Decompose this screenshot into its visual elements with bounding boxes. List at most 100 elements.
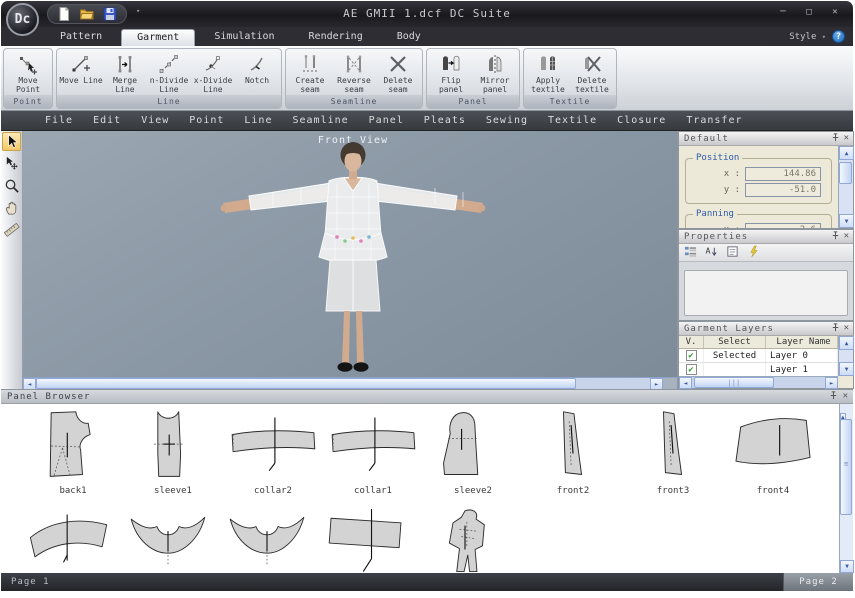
pattern-piece-front2[interactable]: front2 — [523, 408, 623, 496]
viewport-3d[interactable]: Front View — [23, 131, 677, 389]
panel-browser-titlebar[interactable]: Panel Browser ✕ — [1, 390, 853, 404]
move-line-button[interactable]: Move Line — [59, 50, 103, 95]
delete-textile-button[interactable]: Delete textile — [570, 50, 614, 95]
layer-row-0[interactable]: ✔SelectedLayer 0 — [679, 349, 838, 363]
default-panel-scrollbar[interactable]: ▲ ▼ — [838, 146, 853, 228]
pin-icon[interactable] — [831, 323, 840, 337]
menu-view[interactable]: View — [131, 115, 179, 126]
move-point-button[interactable]: Move Point — [6, 50, 50, 95]
close-icon[interactable]: ✕ — [844, 133, 850, 147]
measure-tool[interactable] — [2, 220, 21, 239]
pattern-piece-front4[interactable]: front4 — [723, 408, 823, 496]
layers-horizontal-scrollbar[interactable]: ◄ ||| ► — [679, 376, 838, 388]
style-selector[interactable]: Style ▾ — [789, 32, 826, 42]
scroll-left-icon[interactable]: ◄ — [23, 378, 36, 389]
piece-shape-icon — [320, 506, 412, 573]
menu-edit[interactable]: Edit — [83, 115, 131, 126]
close-button[interactable]: ✕ — [825, 5, 845, 20]
visibility-checkbox[interactable]: ✔ — [686, 350, 697, 361]
tab-pattern[interactable]: Pattern — [45, 29, 117, 46]
notch-button[interactable]: Notch — [235, 50, 279, 95]
pattern-piece[interactable] — [221, 506, 313, 573]
close-icon[interactable]: ✕ — [844, 231, 850, 245]
select-tool[interactable] — [2, 132, 21, 151]
menu-transfer[interactable]: Transfer — [676, 115, 752, 126]
scroll-down-icon[interactable]: ▼ — [839, 362, 854, 376]
default-panel-titlebar[interactable]: Default ✕ — [679, 132, 853, 146]
scrollbar-thumb[interactable]: ≡ — [840, 419, 852, 515]
menu-file[interactable]: File — [35, 115, 83, 126]
minimize-button[interactable]: ─ — [773, 5, 793, 20]
help-button[interactable]: ? — [832, 30, 845, 43]
app-logo-button[interactable]: Dc — [6, 3, 39, 36]
zoom-tool[interactable] — [2, 176, 21, 195]
panel-browser-scrollbar[interactable]: ▲ ≡ ▼ — [839, 404, 853, 573]
pattern-piece-front3[interactable]: front3 — [623, 408, 723, 496]
layer-row-1[interactable]: ✔Layer 1 — [679, 363, 838, 376]
menu-sewing[interactable]: Sewing — [476, 115, 538, 126]
n-divide-line-button[interactable]: n-Divide Line — [147, 50, 191, 95]
scroll-right-icon[interactable]: ► — [650, 378, 663, 389]
pattern-piece-collar2[interactable]: collar2 — [223, 408, 323, 496]
menu-panel[interactable]: Panel — [359, 115, 414, 126]
restore-button[interactable]: □ — [799, 5, 819, 20]
mirror-panel-button[interactable]: Mirror panel — [473, 50, 517, 95]
scroll-right-icon[interactable]: ► — [825, 377, 838, 389]
layers-vertical-scrollbar[interactable]: ▲ ▼ — [838, 336, 853, 376]
visibility-checkbox[interactable]: ✔ — [686, 364, 697, 375]
pattern-piece[interactable] — [320, 506, 412, 573]
menu-point[interactable]: Point — [179, 115, 234, 126]
tab-garment[interactable]: Garment — [121, 29, 195, 46]
tab-body[interactable]: Body — [382, 29, 436, 46]
menu-textile[interactable]: Textile — [538, 115, 607, 126]
create-seam-button[interactable]: Create seam — [288, 50, 332, 95]
pattern-piece[interactable] — [122, 506, 214, 573]
viewport-horizontal-scrollbar[interactable]: ◄ ► — [23, 377, 677, 389]
pin-icon[interactable] — [831, 231, 840, 245]
delete-seam-button[interactable]: Delete seam — [376, 50, 420, 95]
flip-panel-button[interactable]: Flip panel — [429, 50, 473, 95]
property-pages-icon[interactable] — [726, 243, 739, 262]
menu-seamline[interactable]: Seamline — [282, 115, 358, 126]
pattern-piece-collar1[interactable]: collar1 — [323, 408, 423, 496]
pattern-piece-sleeve2[interactable]: sleeve2 — [423, 408, 523, 496]
alphabetical-icon[interactable]: A — [705, 243, 718, 262]
categorized-icon[interactable] — [684, 243, 697, 262]
pattern-piece[interactable] — [23, 506, 115, 573]
scrollbar-track[interactable] — [36, 378, 650, 389]
events-icon[interactable] — [747, 243, 760, 262]
pin-icon[interactable] — [829, 391, 838, 405]
scrollbar-thumb[interactable]: ||| — [694, 377, 774, 388]
scroll-up-icon[interactable]: ▲ — [839, 146, 854, 160]
tab-rendering[interactable]: Rendering — [294, 29, 378, 46]
menu-line[interactable]: Line — [234, 115, 282, 126]
pattern-piece[interactable] — [419, 506, 511, 573]
tab-simulation[interactable]: Simulation — [199, 29, 289, 46]
pin-icon[interactable] — [831, 133, 840, 147]
select-cell: Selected — [704, 349, 766, 362]
x-divide-line-button[interactable]: x-Divide Line — [191, 50, 235, 95]
scroll-up-icon[interactable]: ▲ — [839, 336, 854, 350]
garment-layers-titlebar[interactable]: Garment Layers ✕ — [679, 322, 853, 336]
scroll-down-icon[interactable]: ▼ — [840, 560, 854, 573]
pan-tool[interactable] — [2, 198, 21, 217]
field-panning-x[interactable]: 2.6 — [745, 223, 821, 228]
scrollbar-thumb[interactable] — [839, 162, 852, 184]
merge-line-button[interactable]: Merge Line — [103, 50, 147, 95]
scrollbar-thumb[interactable] — [36, 378, 576, 389]
menu-closure[interactable]: Closure — [607, 115, 676, 126]
close-icon[interactable]: ✕ — [844, 323, 850, 337]
reverse-seam-button[interactable]: Reverse seam — [332, 50, 376, 95]
move-tool[interactable] — [2, 154, 21, 173]
status-page-right-button[interactable]: Page 2 — [783, 573, 853, 591]
pattern-piece-sleeve1[interactable]: sleeve1 — [123, 408, 223, 496]
properties-panel-titlebar[interactable]: Properties ✕ — [679, 230, 853, 244]
field-position-x[interactable]: 144.86 — [745, 167, 821, 181]
apply-textile-button[interactable]: Apply textile — [526, 50, 570, 95]
field-position-y[interactable]: -51.0 — [745, 183, 821, 197]
scroll-down-icon[interactable]: ▼ — [839, 214, 854, 228]
close-icon[interactable]: ✕ — [843, 391, 849, 405]
menu-pleats[interactable]: Pleats — [414, 115, 476, 126]
pattern-piece-back1[interactable]: back1 — [23, 408, 123, 496]
scroll-left-icon[interactable]: ◄ — [679, 377, 692, 389]
